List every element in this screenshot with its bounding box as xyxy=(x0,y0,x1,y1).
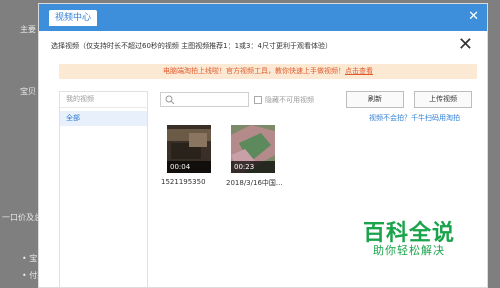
video-duration: 00:23 xyxy=(231,161,275,173)
bg-label: 一口价及总 xyxy=(2,213,42,222)
search-icon xyxy=(165,95,175,105)
search-input[interactable] xyxy=(160,92,249,107)
upload-video-button[interactable]: 上传视频 xyxy=(414,91,472,108)
checkbox-label: 隐藏不可用视频 xyxy=(265,96,314,104)
help-link[interactable]: 视频不会拍？千牛扫码用淘拍 xyxy=(369,113,460,123)
dialog-title-tab[interactable]: 视频中心 xyxy=(49,10,98,26)
bg-label: 主要 xyxy=(20,25,36,34)
watermark-subtitle: 助你轻松解决 xyxy=(373,244,445,257)
banner-text: 电脑端淘拍上线啦！官方视频工具，教你快速上手做视频！ xyxy=(163,67,345,75)
sidebar: 我的视频 全部 xyxy=(59,91,148,287)
bg-label: • 宝 xyxy=(22,254,38,263)
video-item[interactable]: 00:04 xyxy=(167,125,211,173)
close-dialog-icon[interactable]: ✕ xyxy=(458,36,473,54)
promo-banner: 电脑端淘拍上线啦！官方视频工具，教你快速上手做视频！点击查看 xyxy=(59,64,477,79)
video-name: 2018/3/16中国... xyxy=(226,179,283,187)
instruction-text: 选择视频（仅支持时长不超过60秒的视频 主图视频推荐1：1或3：4尺寸更利于观看… xyxy=(51,42,332,50)
video-center-dialog: 视频中心 ✕ 选择视频（仅支持时长不超过60秒的视频 主图视频推荐1：1或3：4… xyxy=(38,3,488,288)
hide-unavailable-toggle[interactable]: 隐藏不可用视频 xyxy=(254,95,314,105)
video-duration: 00:04 xyxy=(167,161,211,173)
refresh-button[interactable]: 刷新 xyxy=(346,91,404,108)
video-item[interactable]: 00:23 xyxy=(231,125,275,173)
close-icon[interactable]: ✕ xyxy=(468,10,479,23)
sidebar-header: 我的视频 xyxy=(60,92,147,108)
bg-label: 宝贝 xyxy=(20,87,36,96)
dialog-titlebar: 视频中心 ✕ xyxy=(39,4,487,31)
checkbox[interactable] xyxy=(254,96,262,104)
banner-link[interactable]: 点击查看 xyxy=(345,67,373,75)
sidebar-item-all[interactable]: 全部 xyxy=(60,111,147,126)
video-name: 1521195350 xyxy=(161,178,206,186)
